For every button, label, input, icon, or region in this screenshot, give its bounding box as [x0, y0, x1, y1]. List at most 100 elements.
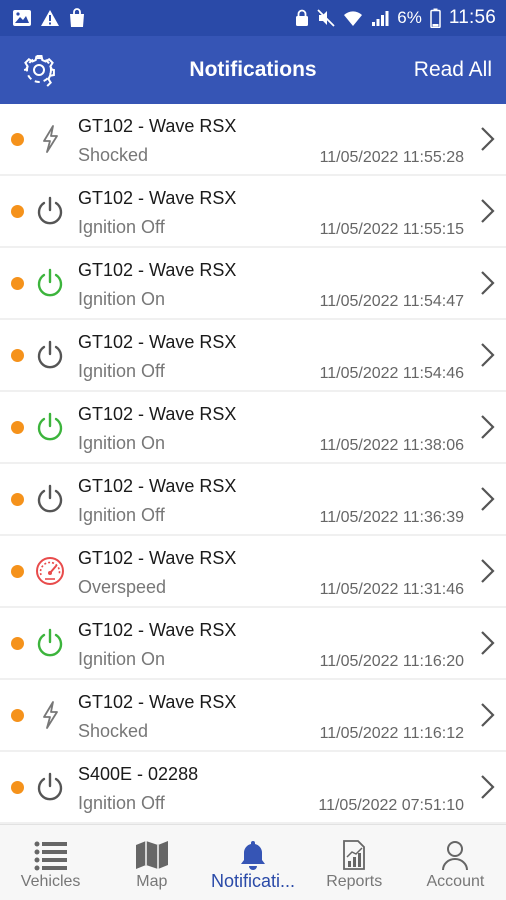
- tab-list[interactable]: Vehicles: [0, 825, 101, 900]
- notification-row[interactable]: GT102 - Wave RSX Ignition Off 11/05/2022…: [0, 176, 506, 246]
- reports-icon: [304, 839, 405, 873]
- notification-list[interactable]: GT102 - Wave RSX Shocked 11/05/2022 11:5…: [0, 104, 506, 824]
- chevron-right-icon: [481, 631, 495, 655]
- event-type: Ignition Off: [78, 361, 165, 381]
- vehicle-name: GT102 - Wave RSX: [78, 116, 237, 136]
- vehicle-name: GT102 - Wave RSX: [78, 332, 237, 352]
- unread-dot: [11, 709, 24, 722]
- unread-dot: [11, 637, 24, 650]
- unread-dot: [11, 421, 24, 434]
- wifi-icon: [344, 11, 363, 26]
- signal-icon: [372, 11, 389, 26]
- event-timestamp: 11/05/2022 11:54:47: [319, 293, 464, 310]
- event-type: Shocked: [78, 721, 149, 741]
- chevron-right-icon: [481, 199, 495, 223]
- event-timestamp: 11/05/2022 11:54:46: [319, 365, 464, 382]
- chevron-right-icon: [481, 775, 495, 799]
- event-type: Ignition Off: [78, 505, 165, 525]
- tab-label: Account: [426, 873, 485, 890]
- status-time: 11:56: [448, 7, 496, 28]
- vehicle-name: GT102 - Wave RSX: [78, 548, 237, 568]
- event-timestamp: 11/05/2022 11:16:20: [319, 653, 464, 670]
- app-bar: Notifications Read All: [0, 36, 506, 104]
- mute-icon: [317, 9, 335, 27]
- tab-label: Reports: [326, 873, 383, 890]
- chevron-right-icon: [481, 487, 495, 511]
- chevron-right-icon: [481, 271, 495, 295]
- notification-row[interactable]: GT102 - Wave RSX Ignition Off 11/05/2022…: [0, 320, 506, 390]
- read-all-button[interactable]: Read All: [414, 36, 492, 104]
- vehicle-name: GT102 - Wave RSX: [78, 260, 237, 280]
- notification-row[interactable]: GT102 - Wave RSX Ignition On 11/05/2022 …: [0, 608, 506, 678]
- battery-icon: [430, 8, 441, 28]
- bottom-tab-bar: Vehicles Map Notificati... Reports Accou…: [0, 824, 506, 900]
- power-off-icon: [34, 483, 66, 515]
- speedometer-icon: [34, 555, 66, 587]
- event-timestamp: 11/05/2022 11:36:39: [319, 509, 464, 526]
- tab-bell[interactable]: Notificati...: [202, 825, 303, 900]
- lightning-icon: [34, 123, 66, 155]
- notification-row[interactable]: GT102 - Wave RSX Ignition On 11/05/2022 …: [0, 392, 506, 462]
- account-icon: [405, 839, 506, 873]
- vehicle-name: GT102 - Wave RSX: [78, 188, 237, 208]
- event-type: Ignition Off: [78, 793, 165, 813]
- notification-row[interactable]: GT102 - Wave RSX Overspeed 11/05/2022 11…: [0, 536, 506, 606]
- tab-reports[interactable]: Reports: [304, 825, 405, 900]
- status-bar-notifications: [12, 8, 86, 28]
- event-type: Shocked: [78, 145, 149, 165]
- vehicle-name: GT102 - Wave RSX: [78, 620, 237, 640]
- notification-row[interactable]: GT102 - Wave RSX Ignition On 11/05/2022 …: [0, 248, 506, 318]
- event-timestamp: 11/05/2022 11:31:46: [319, 581, 464, 598]
- shopping-bag-icon: [70, 8, 84, 27]
- unread-dot: [11, 133, 24, 146]
- list-icon: [0, 839, 101, 873]
- tab-label: Map: [136, 873, 168, 890]
- chevron-right-icon: [481, 343, 495, 367]
- unread-dot: [11, 205, 24, 218]
- event-timestamp: 11/05/2022 11:16:12: [319, 725, 464, 742]
- tab-map[interactable]: Map: [101, 825, 202, 900]
- notification-row[interactable]: GT102 - Wave RSX Shocked 11/05/2022 11:1…: [0, 680, 506, 750]
- vehicle-name: S400E - 02288: [78, 764, 199, 784]
- gallery-icon: [13, 10, 31, 26]
- event-type: Ignition On: [78, 289, 166, 309]
- event-type: Ignition On: [78, 433, 166, 453]
- tab-account[interactable]: Account: [405, 825, 506, 900]
- bell-icon: [202, 839, 303, 873]
- chevron-right-icon: [481, 415, 495, 439]
- unread-dot: [11, 565, 24, 578]
- warning-icon: [41, 10, 59, 26]
- power-on-icon: [34, 411, 66, 443]
- power-off-icon: [34, 771, 66, 803]
- battery-percent: 6%: [397, 8, 422, 27]
- unread-dot: [11, 277, 24, 290]
- event-type: Ignition On: [78, 649, 166, 669]
- vehicle-name: GT102 - Wave RSX: [78, 692, 237, 712]
- tab-label: Notificati...: [210, 871, 296, 891]
- unread-dot: [11, 349, 24, 362]
- event-type: Ignition Off: [78, 217, 165, 237]
- event-timestamp: 11/05/2022 07:51:10: [318, 797, 464, 814]
- chevron-right-icon: [481, 559, 495, 583]
- unread-dot: [11, 493, 24, 506]
- notification-row[interactable]: GT102 - Wave RSX Shocked 11/05/2022 11:5…: [0, 104, 506, 174]
- event-timestamp: 11/05/2022 11:55:28: [319, 149, 464, 166]
- map-icon: [101, 839, 202, 873]
- notification-row[interactable]: S400E - 02288 Ignition Off 11/05/2022 07…: [0, 752, 506, 822]
- event-timestamp: 11/05/2022 11:38:06: [319, 437, 464, 454]
- power-off-icon: [34, 339, 66, 371]
- lightning-icon: [34, 699, 66, 731]
- tab-label: Vehicles: [20, 873, 81, 890]
- status-bar: 6% 11:56: [0, 0, 506, 36]
- unread-dot: [11, 781, 24, 794]
- chevron-right-icon: [481, 703, 495, 727]
- power-on-icon: [34, 267, 66, 299]
- notification-row[interactable]: GT102 - Wave RSX Ignition Off 11/05/2022…: [0, 464, 506, 534]
- event-timestamp: 11/05/2022 11:55:15: [319, 221, 464, 238]
- power-off-icon: [34, 195, 66, 227]
- lock-icon: [296, 9, 309, 26]
- vehicle-name: GT102 - Wave RSX: [78, 404, 237, 424]
- event-type: Overspeed: [78, 577, 167, 597]
- vehicle-name: GT102 - Wave RSX: [78, 476, 237, 496]
- chevron-right-icon: [481, 127, 495, 151]
